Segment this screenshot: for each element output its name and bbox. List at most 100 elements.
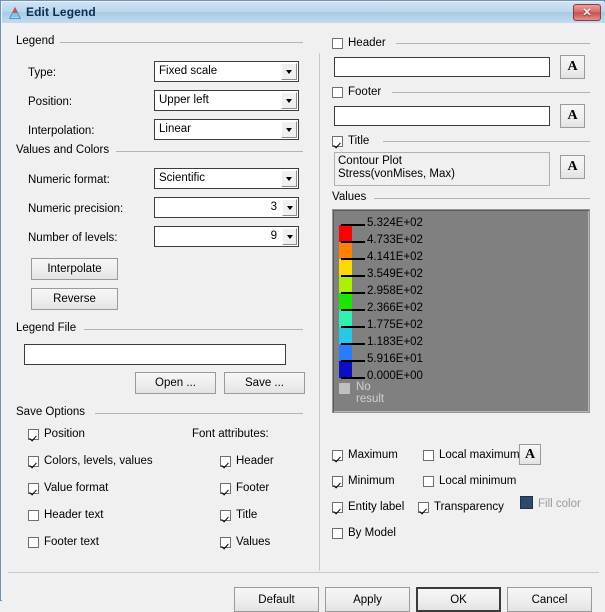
option-local-maximum[interactable]: Local maximum bbox=[423, 449, 520, 463]
save-option-colors-levels-values[interactable]: Colors, levels, values bbox=[28, 455, 153, 469]
values-legend-preview[interactable]: 5.324E+02 4.733E+02 4.141E+02 3.549E+02 bbox=[332, 209, 590, 413]
position-combobox-value: Upper left bbox=[159, 94, 209, 106]
open-button[interactable]: Open ... bbox=[135, 372, 216, 394]
font-attribute-values[interactable]: Values bbox=[220, 536, 270, 550]
legend-file-input[interactable] bbox=[24, 344, 287, 365]
save-option-position[interactable]: Position bbox=[28, 428, 85, 442]
chevron-down-icon[interactable] bbox=[281, 92, 297, 109]
option-by-model-label: By Model bbox=[348, 527, 396, 539]
window-title: Edit Legend bbox=[26, 5, 96, 19]
position-combobox[interactable]: Upper left bbox=[154, 90, 299, 111]
footer-divider bbox=[8, 572, 599, 573]
save-option-header-text[interactable]: Header text bbox=[28, 509, 103, 523]
checkbox-icon bbox=[220, 482, 231, 494]
font-attribute-footer[interactable]: Footer bbox=[220, 482, 269, 496]
legend-value-label: 2.366E+02 bbox=[367, 302, 423, 314]
legend-file-group-line bbox=[84, 329, 303, 330]
footer-checkbox[interactable]: Footer bbox=[332, 86, 386, 100]
type-combobox[interactable]: Fixed scale bbox=[154, 61, 299, 82]
cancel-button[interactable]: Cancel bbox=[507, 587, 592, 612]
save-button[interactable]: Save ... bbox=[224, 372, 305, 394]
title-bar: Edit Legend ✕ bbox=[2, 2, 605, 24]
font-a-icon: A bbox=[567, 108, 578, 123]
legend-tick bbox=[341, 292, 365, 294]
footer-text-input-field[interactable] bbox=[337, 107, 551, 125]
numeric-format-value: Scientific bbox=[159, 172, 206, 184]
default-button[interactable]: Default bbox=[234, 587, 319, 612]
footer-group-line bbox=[392, 92, 590, 93]
option-maximum[interactable]: Maximum bbox=[332, 449, 398, 463]
title-text-area[interactable]: Contour Plot Stress(vonMises, Max) bbox=[334, 152, 550, 186]
numeric-precision-value: 3 bbox=[270, 201, 277, 213]
legend-tick bbox=[341, 326, 365, 328]
legend-tick bbox=[341, 360, 365, 362]
option-entity-label-text: Entity label bbox=[348, 501, 405, 513]
save-option-value-format[interactable]: Value format bbox=[28, 482, 108, 496]
position-label: Position: bbox=[28, 96, 73, 108]
fill-color-swatch[interactable] bbox=[520, 496, 533, 509]
option-minimum-label: Minimum bbox=[348, 475, 395, 487]
title-font-button[interactable]: A bbox=[560, 155, 585, 179]
column-divider bbox=[319, 53, 320, 571]
font-attribute-title[interactable]: Title bbox=[220, 509, 257, 523]
option-by-model[interactable]: By Model bbox=[332, 527, 396, 541]
chevron-down-icon[interactable] bbox=[282, 228, 297, 245]
font-attributes-label: Font attributes: bbox=[192, 428, 269, 440]
type-combobox-value: Fixed scale bbox=[159, 65, 218, 77]
chevron-down-icon[interactable] bbox=[281, 170, 297, 187]
ok-button[interactable]: OK bbox=[416, 587, 501, 612]
legend-tick bbox=[341, 275, 365, 277]
edit-legend-dialog: Edit Legend ✕ Legend Type: Fixed scale P… bbox=[0, 0, 605, 612]
font-a-icon: A bbox=[567, 59, 578, 74]
interpolation-combobox[interactable]: Linear bbox=[154, 119, 299, 140]
legend-color-swatch bbox=[339, 310, 352, 327]
font-attribute-header[interactable]: Header bbox=[220, 455, 274, 469]
legend-file-group-title: Legend File bbox=[16, 322, 81, 334]
checkbox-icon bbox=[423, 475, 434, 487]
number-of-levels-value: 9 bbox=[270, 230, 277, 242]
numeric-precision-spinner[interactable]: 3 bbox=[154, 197, 299, 218]
number-of-levels-spinner[interactable]: 9 bbox=[154, 226, 299, 247]
extrema-font-button[interactable]: A bbox=[519, 444, 541, 465]
legend-value-label: 2.958E+02 bbox=[367, 285, 423, 297]
legend-value-label: 1.183E+02 bbox=[367, 336, 423, 348]
dialog-client-area: Legend Type: Fixed scale Position: Upper… bbox=[2, 23, 605, 612]
legend-file-input-field[interactable] bbox=[27, 345, 287, 364]
reverse-button[interactable]: Reverse bbox=[31, 288, 118, 310]
numeric-format-label: Numeric format: bbox=[28, 174, 110, 186]
type-label: Type: bbox=[28, 67, 57, 79]
footer-font-button[interactable]: A bbox=[560, 104, 585, 128]
header-text-input-field[interactable] bbox=[337, 58, 551, 76]
option-entity-label[interactable]: Entity label bbox=[332, 501, 404, 515]
legend-color-swatch bbox=[339, 242, 352, 259]
close-button[interactable]: ✕ bbox=[573, 4, 601, 21]
option-local-minimum[interactable]: Local minimum bbox=[423, 475, 516, 489]
legend-tick bbox=[341, 343, 365, 345]
save-option-footer-text[interactable]: Footer text bbox=[28, 536, 99, 550]
checkbox-icon bbox=[28, 482, 39, 494]
header-font-button[interactable]: A bbox=[560, 55, 585, 79]
interpolate-button[interactable]: Interpolate bbox=[31, 258, 118, 280]
option-minimum[interactable]: Minimum bbox=[332, 475, 395, 489]
footer-text-input[interactable] bbox=[334, 106, 551, 126]
legend-tick bbox=[341, 377, 365, 379]
header-checkbox[interactable]: Header bbox=[332, 37, 390, 51]
checkbox-icon bbox=[28, 428, 39, 440]
apply-button[interactable]: Apply bbox=[325, 587, 410, 612]
legend-color-swatch bbox=[339, 344, 352, 361]
option-transparency[interactable]: Transparency bbox=[418, 501, 504, 515]
title-checkbox[interactable]: Title bbox=[332, 135, 374, 149]
chevron-down-icon[interactable] bbox=[282, 199, 297, 216]
legend-group-line bbox=[60, 42, 303, 43]
font-a-icon: A bbox=[567, 159, 578, 174]
numeric-format-combobox[interactable]: Scientific bbox=[154, 168, 299, 189]
legend-value-label: 4.733E+02 bbox=[367, 234, 423, 246]
save-options-group-title: Save Options bbox=[16, 406, 90, 418]
legend-value-label: 5.324E+02 bbox=[367, 217, 423, 229]
header-text-input[interactable] bbox=[334, 57, 551, 77]
font-attribute-header-label: Header bbox=[236, 455, 274, 467]
chevron-down-icon[interactable] bbox=[281, 121, 297, 138]
chevron-down-icon[interactable] bbox=[281, 63, 297, 80]
checkbox-icon bbox=[332, 37, 343, 49]
checkbox-icon bbox=[418, 501, 429, 513]
